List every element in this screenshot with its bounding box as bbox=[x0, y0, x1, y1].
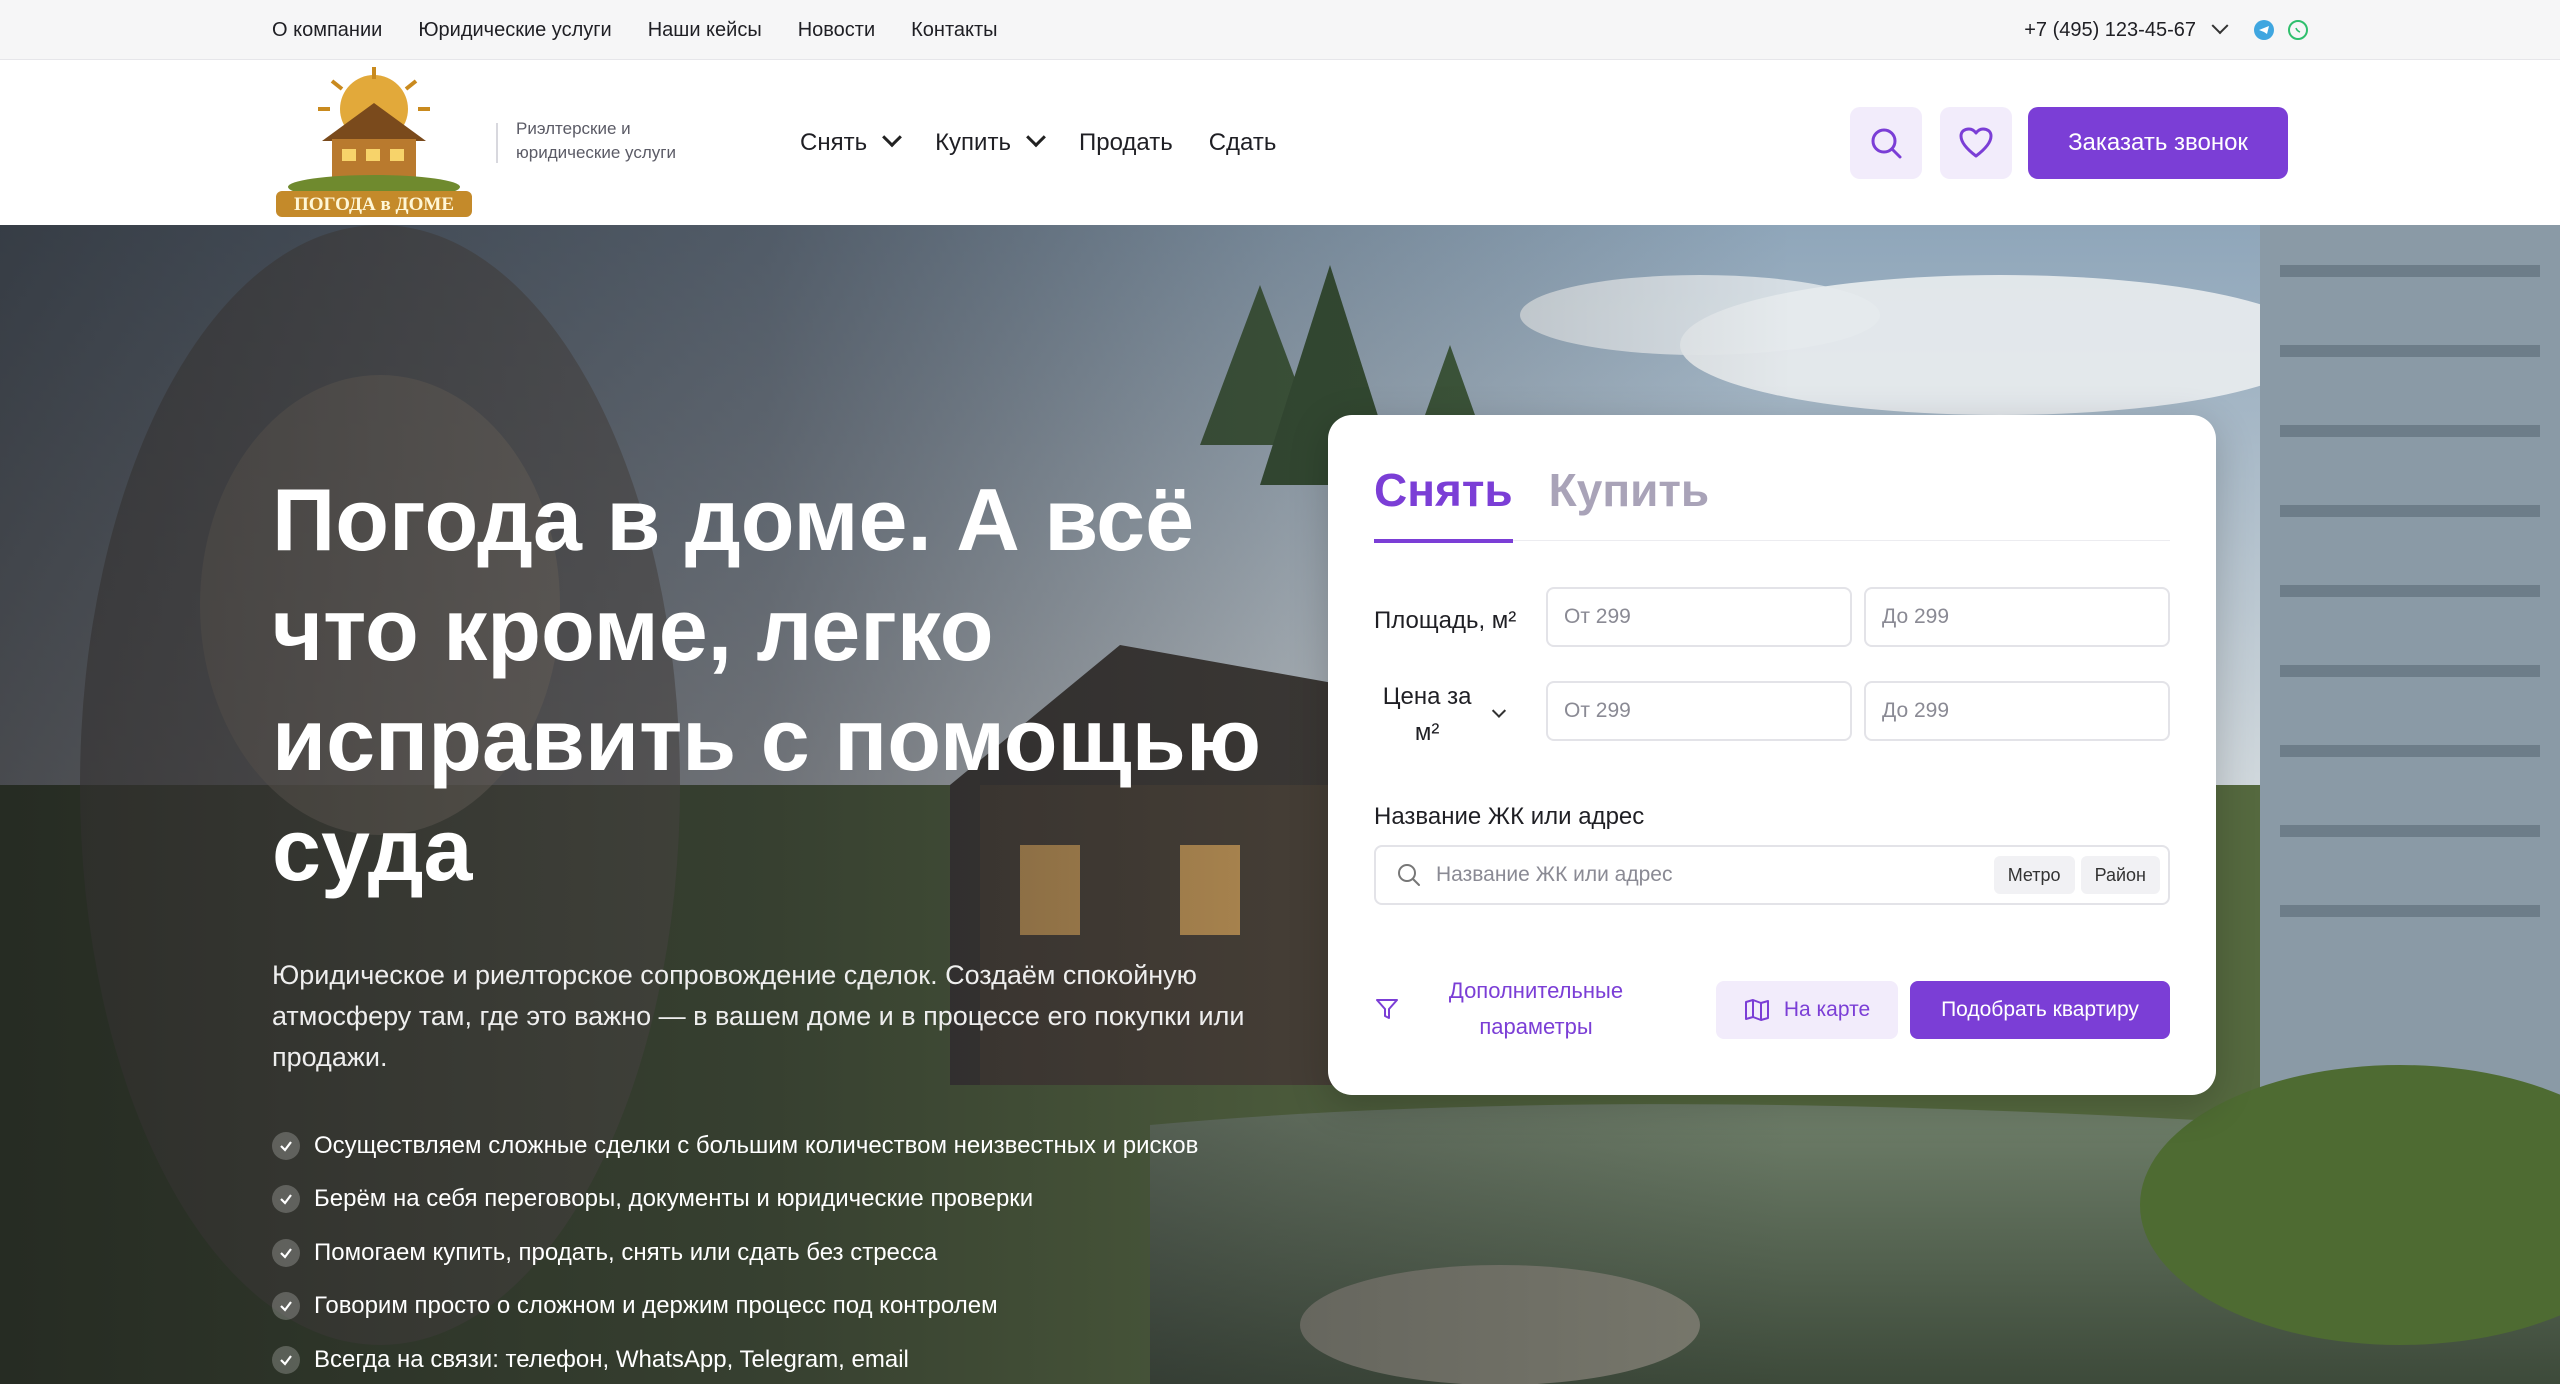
callback-button[interactable]: Заказать звонок bbox=[2028, 107, 2288, 179]
check-icon bbox=[272, 1345, 300, 1374]
address-search-field: Метро Район bbox=[1374, 845, 2170, 905]
search-button[interactable] bbox=[1850, 107, 1922, 179]
main-nav: Снять Купить Продать Сдать bbox=[800, 61, 1276, 225]
top-link-legal[interactable]: Юридические услуги bbox=[418, 19, 611, 42]
price-label: Цена за м² bbox=[1382, 683, 1472, 746]
search-card: Снять Купить Площадь, м² Цена за м² Назв… bbox=[1328, 415, 2216, 1095]
benefit-text: Говорим просто о сложном и держим процес… bbox=[314, 1292, 998, 1320]
top-link-cases[interactable]: Наши кейсы bbox=[648, 19, 762, 42]
search-icon bbox=[1398, 864, 1420, 886]
more-params-button[interactable]: Дополнительные параметры bbox=[1374, 959, 1636, 1059]
list-item: Всегда на связи: телефон, WhatsApp, Tele… bbox=[272, 1333, 1198, 1384]
hero-subtitle: Юридическое и риелторское сопровождение … bbox=[272, 960, 1245, 1072]
nav-buy[interactable]: Купить bbox=[935, 127, 1046, 157]
search-icon bbox=[1871, 128, 1902, 159]
search-tabs: Снять Купить bbox=[1374, 461, 2170, 543]
nav-buy-label: Купить bbox=[935, 129, 1011, 156]
nav-rent-label: Снять bbox=[800, 129, 868, 156]
hero-title: Погода в доме. А всё что кроме, легко ис… bbox=[272, 470, 1262, 899]
top-link-about[interactable]: О компании bbox=[272, 19, 382, 42]
check-icon bbox=[272, 1238, 300, 1267]
price-unit-select[interactable]: Цена за м² bbox=[1374, 679, 1507, 751]
contact-block: +7 (495) 123-45-67 bbox=[2024, 0, 2308, 60]
find-apartment-button[interactable]: Подобрать квартиру bbox=[1910, 981, 2170, 1039]
logo-divider bbox=[496, 123, 498, 163]
list-item: Осуществляем сложные сделки с большим ко… bbox=[272, 1119, 1198, 1173]
search-actions: Дополнительные параметры На карте Подобр… bbox=[1374, 959, 2170, 1059]
map-button[interactable]: На карте bbox=[1716, 981, 1898, 1039]
phone-number[interactable]: +7 (495) 123-45-67 bbox=[2024, 19, 2196, 42]
logo-tagline: Риэлтерские и юридические услуги bbox=[516, 119, 676, 162]
address-search-input[interactable] bbox=[1436, 863, 1988, 887]
benefit-text: Берём на себя переговоры, документы и юр… bbox=[314, 1185, 1034, 1213]
favorites-button[interactable] bbox=[1940, 107, 2012, 179]
heart-icon bbox=[1959, 127, 1993, 158]
telegram-icon[interactable] bbox=[2254, 20, 2274, 40]
top-bar: О компании Юридические услуги Наши кейсы… bbox=[0, 0, 2560, 60]
benefit-text: Осуществляем сложные сделки с большим ко… bbox=[314, 1131, 1199, 1159]
nav-let[interactable]: Сдать bbox=[1209, 129, 1277, 157]
chevron-down-icon[interactable] bbox=[2211, 17, 2229, 35]
list-item: Говорим просто о сложном и держим процес… bbox=[272, 1280, 1198, 1334]
top-link-contacts[interactable]: Контакты bbox=[911, 19, 997, 42]
tab-rent[interactable]: Снять bbox=[1374, 461, 1513, 543]
check-icon bbox=[272, 1131, 300, 1160]
chevron-down-icon bbox=[1492, 703, 1507, 718]
top-link-news[interactable]: Новости bbox=[798, 19, 875, 42]
nav-sell[interactable]: Продать bbox=[1079, 129, 1173, 157]
price-to-input[interactable] bbox=[1864, 681, 2170, 741]
map-button-label: На карте bbox=[1783, 998, 1871, 1021]
logo-text: ПОГОДА в ДОМЕ bbox=[294, 194, 454, 215]
tab-buy[interactable]: Купить bbox=[1549, 461, 1710, 541]
list-item: Помогаем купить, продать, снять или сдат… bbox=[272, 1226, 1198, 1280]
logo[interactable]: ПОГОДА в ДОМЕ bbox=[272, 67, 476, 219]
area-from-input[interactable] bbox=[1546, 587, 1852, 647]
chevron-down-icon bbox=[1026, 127, 1046, 148]
chevron-down-icon bbox=[882, 127, 902, 148]
hero-section: Погода в доме. А всё что кроме, легко ис… bbox=[0, 225, 2560, 1384]
district-chip[interactable]: Район bbox=[2080, 856, 2160, 894]
main-header: ПОГОДА в ДОМЕ Риэлтерские и юридические … bbox=[0, 61, 2560, 225]
benefits-list: Осуществляем сложные сделки с большим ко… bbox=[272, 1119, 1198, 1384]
price-from-input[interactable] bbox=[1546, 681, 1852, 741]
nav-rent[interactable]: Снять bbox=[800, 127, 902, 157]
check-icon bbox=[272, 1292, 300, 1321]
area-to-input[interactable] bbox=[1864, 587, 2170, 647]
address-label: Название ЖК или адрес bbox=[1374, 803, 1645, 830]
whatsapp-icon[interactable] bbox=[2288, 20, 2308, 40]
check-icon bbox=[272, 1185, 300, 1214]
map-icon bbox=[1744, 999, 1769, 1021]
area-label: Площадь, м² bbox=[1374, 607, 1517, 634]
benefit-text: Всегда на связи: телефон, WhatsApp, Tele… bbox=[314, 1345, 909, 1373]
benefit-text: Помогаем купить, продать, снять или сдат… bbox=[314, 1238, 938, 1266]
list-item: Берём на себя переговоры, документы и юр… bbox=[272, 1173, 1198, 1227]
more-params-label: Дополнительные параметры bbox=[1448, 978, 1624, 1039]
top-nav: О компании Юридические услуги Наши кейсы… bbox=[272, 0, 998, 60]
filter-icon bbox=[1376, 999, 1398, 1019]
metro-chip[interactable]: Метро bbox=[1993, 856, 2075, 894]
